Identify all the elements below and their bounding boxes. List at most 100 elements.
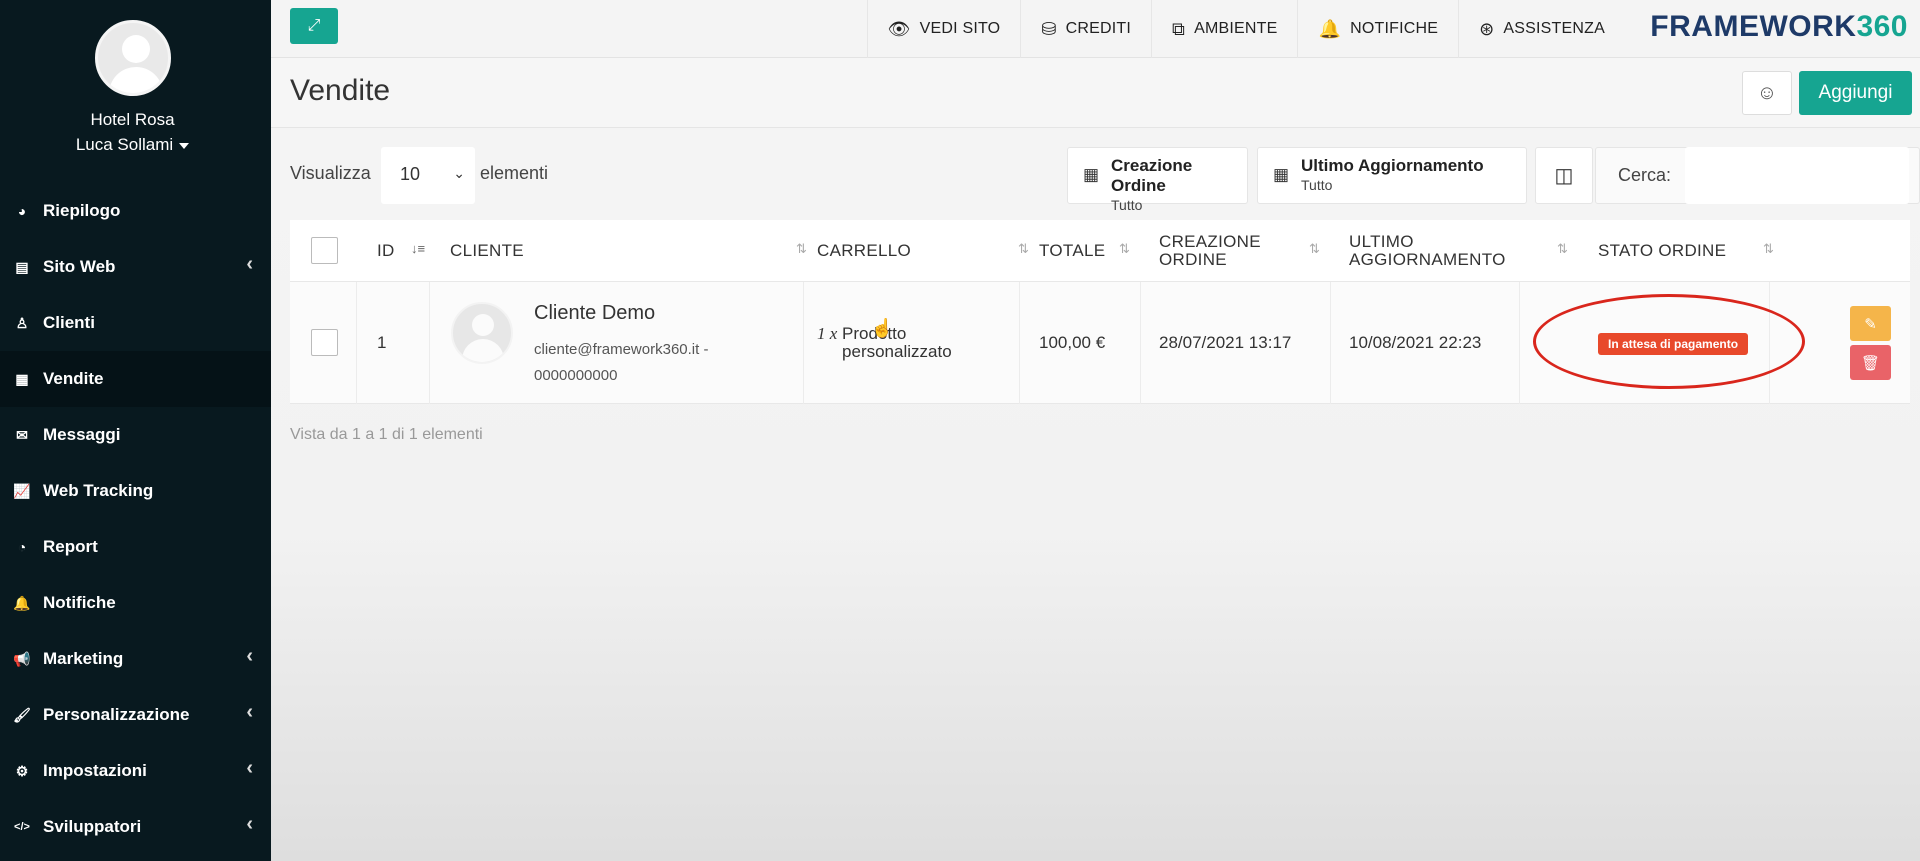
- chevron-down-icon: ⌄: [453, 165, 465, 181]
- header-client-label: CLIENTE: [450, 241, 524, 260]
- hotel-name: Hotel Rosa: [90, 110, 175, 129]
- top-link-assistenza[interactable]: ⊛ ASSISTENZA: [1458, 0, 1625, 58]
- filter-update-title: Ultimo Aggiornamento: [1301, 156, 1484, 175]
- sidebar-item-sviluppatori[interactable]: </> Sviluppatori ‹: [0, 799, 271, 855]
- sidebar-item-messaggi[interactable]: ✉ Messaggi: [0, 407, 271, 463]
- bell-icon: 🔔: [1318, 18, 1342, 39]
- person-icon: ♙: [15, 314, 29, 331]
- header-updated[interactable]: ULTIMO AGGIORNAMENTO: [1349, 220, 1506, 282]
- sidebar-item-vendite[interactable]: ▦ Vendite: [0, 351, 271, 407]
- top-links: 👁 VEDI SITO ⛁ CREDITI ⧉ AMBIENTE 🔔 NOTIFICHE ⊛ AS…: [866, 0, 1625, 58]
- add-button[interactable]: Aggiungi: [1799, 71, 1912, 115]
- sidebar-item-label: Vendite: [43, 369, 104, 388]
- main-content: Visualizza 10 ⌄ elementi ▦ Creazione Ordi…: [271, 128, 1920, 861]
- row-checkbox[interactable]: [311, 329, 338, 356]
- top-link-vedi-sito[interactable]: 👁 VEDI SITO: [866, 0, 1021, 58]
- megaphone-icon: 📢: [13, 650, 31, 667]
- sidebar-item-report[interactable]: ◔ Report: [0, 519, 271, 575]
- column-divider: [1140, 282, 1141, 404]
- sidebar-item-label: Web Tracking: [43, 481, 154, 500]
- table-header: ID ↓≡ CLIENTE ⇅ CARRELLO ⇅ TOTALE ⇅ CREA…: [290, 220, 1910, 282]
- filter-creation-value: Tutto: [1111, 197, 1143, 213]
- code-icon: </>: [14, 821, 30, 833]
- user-avatar[interactable]: [95, 20, 171, 96]
- page-length-value: 10: [400, 164, 421, 184]
- sidebar-item-sito-web[interactable]: ▤ Sito Web ‹: [0, 239, 271, 295]
- header-client[interactable]: CLIENTE: [450, 220, 524, 282]
- user-menu-toggle[interactable]: Luca Sollami: [0, 135, 265, 155]
- select-all-checkbox[interactable]: [311, 237, 338, 264]
- header-updated-line1: ULTIMO: [1349, 232, 1414, 251]
- pie-chart-icon: ◔: [17, 539, 27, 555]
- hand-cursor-icon: ☝: [871, 318, 894, 338]
- columns-icon: ◫: [1554, 165, 1574, 187]
- header-total[interactable]: TOTALE: [1039, 220, 1105, 282]
- bell-icon: 🔔: [13, 594, 31, 611]
- header-total-label: TOTALE: [1039, 241, 1106, 260]
- column-divider: [803, 282, 804, 404]
- filter-creation-order[interactable]: ▦ Creazione Ordine Tutto: [1067, 147, 1248, 213]
- expand-icon: ⤢: [307, 17, 321, 34]
- columns-toggle-button[interactable]: ◫: [1535, 147, 1593, 204]
- brand-logo[interactable]: FRAMEWORK360: [1650, 10, 1908, 44]
- avatar-head: [122, 35, 150, 63]
- sidebar-item-label: Messaggi: [43, 425, 121, 444]
- sidebar-item-impostazioni[interactable]: ⚙ Impostazioni ‹: [0, 743, 271, 799]
- filter-last-update[interactable]: ▦ Ultimo Aggiornamento Tutto: [1257, 147, 1527, 204]
- order-updated: 10/08/2021 22:23: [1349, 333, 1482, 352]
- top-link-label: AMBIENTE: [1194, 20, 1278, 37]
- sort-active-icon: ↓≡: [411, 241, 426, 256]
- sidebar-item-label: Impostazioni: [43, 761, 147, 780]
- lifebuoy-icon: ⊛: [1479, 18, 1495, 39]
- search-label: Cerca:: [1618, 165, 1672, 185]
- header-created-line1: CREAZIONE: [1159, 232, 1261, 251]
- edit-button[interactable]: ✎: [1850, 306, 1891, 341]
- chevron-left-icon: ‹: [246, 757, 253, 779]
- top-link-notifiche[interactable]: 🔔 NOTIFICHE: [1297, 0, 1458, 58]
- chevron-left-icon: ‹: [246, 813, 253, 835]
- cart-quantity: 1 x: [817, 324, 838, 343]
- order-total: 100,00 €: [1039, 333, 1106, 352]
- top-link-crediti[interactable]: ⛁ CREDITI: [1020, 0, 1151, 58]
- orders-table: ID ↓≡ CLIENTE ⇅ CARRELLO ⇅ TOTALE ⇅ CREA…: [290, 220, 1910, 404]
- brand-main: FRAMEWORK: [1650, 10, 1857, 43]
- file-icon: ▤: [15, 258, 29, 275]
- header-created[interactable]: CREAZIONE ORDINE: [1159, 220, 1261, 282]
- envelope-icon: ✉: [16, 426, 28, 443]
- page-length-label: Visualizza: [290, 163, 371, 183]
- table-row[interactable]: 1 Cliente Demo cliente@framework360.it -…: [290, 282, 1910, 404]
- order-created: 28/07/2021 13:17: [1159, 333, 1292, 352]
- sidebar-item-label: Personalizzazione: [43, 705, 190, 724]
- delete-button[interactable]: 🗑: [1850, 345, 1891, 380]
- feedback-button[interactable]: ☺: [1742, 71, 1792, 115]
- header-status[interactable]: STATO ORDINE: [1598, 220, 1726, 282]
- line-chart-icon: 📈: [13, 482, 31, 499]
- sidebar-item-clienti[interactable]: ♙ Clienti: [0, 295, 271, 351]
- chevron-left-icon: ‹: [246, 253, 253, 275]
- column-divider: [356, 282, 357, 404]
- sidebar-item-personalizzazione[interactable]: 🖌 Personalizzazione ‹: [0, 687, 271, 743]
- sidebar-item-notifiche[interactable]: 🔔 Notifiche: [0, 575, 271, 631]
- sidebar-item-label: Marketing: [43, 649, 124, 668]
- order-id: 1: [377, 333, 387, 352]
- search-input[interactable]: [1685, 147, 1909, 204]
- filter-creation-title: Creazione Ordine: [1111, 156, 1193, 195]
- expand-button[interactable]: ⤢: [290, 8, 338, 44]
- header-cart[interactable]: CARRELLO: [817, 220, 911, 282]
- header-id[interactable]: ID: [377, 220, 395, 282]
- page-length-select[interactable]: 10 ⌄: [381, 147, 475, 204]
- sidebar-item-marketing[interactable]: 📢 Marketing ‹: [0, 631, 271, 687]
- sort-icon: ⇅: [1557, 241, 1568, 256]
- sort-icon: ⇅: [1119, 241, 1130, 256]
- page-title: Vendite: [290, 74, 391, 107]
- client-name[interactable]: Cliente Demo: [534, 302, 655, 325]
- page-length-suffix: elementi: [480, 163, 549, 183]
- top-link-ambiente[interactable]: ⧉ AMBIENTE: [1151, 0, 1297, 58]
- sidebar-item-web-tracking[interactable]: 📈 Web Tracking: [0, 463, 271, 519]
- column-divider: [1519, 282, 1520, 404]
- topbar: ⤢ 👁 VEDI SITO ⛁ CREDITI ⧉ AMBIENTE 🔔 NOTIFICHE ⊛…: [271, 0, 1920, 58]
- pencil-icon: ✎: [1864, 315, 1877, 333]
- sidebar-item-riepilogo[interactable]: ◕ Riepilogo: [0, 183, 271, 239]
- dashboard-icon: ◕: [17, 203, 27, 219]
- sort-icon: ⇅: [796, 241, 807, 256]
